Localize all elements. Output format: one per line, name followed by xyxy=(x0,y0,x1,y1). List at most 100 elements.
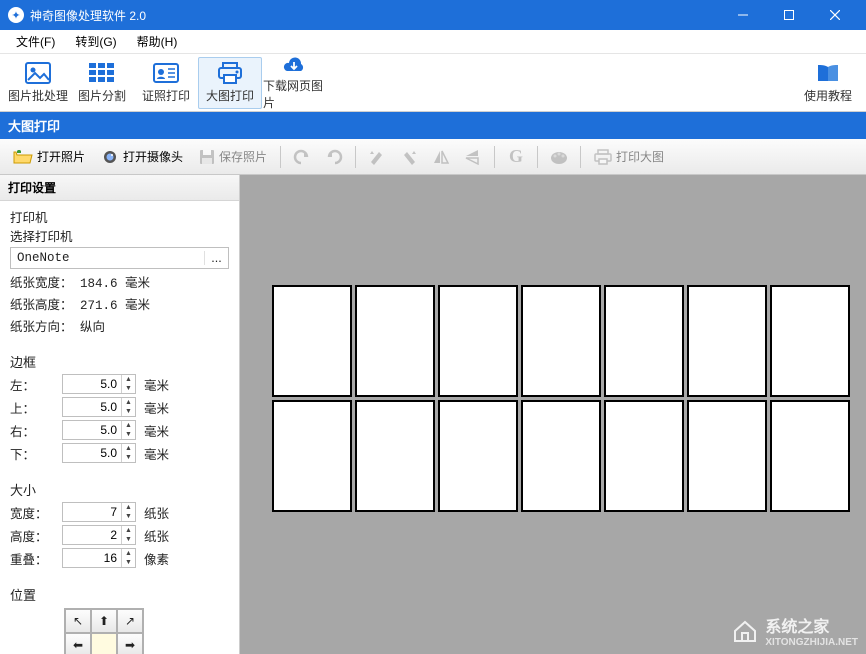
minimize-button[interactable] xyxy=(720,0,766,30)
page-tile xyxy=(355,400,435,512)
printer-icon xyxy=(594,149,612,165)
redo-button[interactable] xyxy=(319,143,349,171)
printer-group: 打印机 选择打印机 OneNote ... 纸张宽度：184.6 毫米 纸张高度… xyxy=(0,201,239,346)
page-tile xyxy=(355,285,435,397)
ribbon-bigprint[interactable]: 大图打印 xyxy=(198,57,262,109)
image-icon xyxy=(24,61,52,85)
titlebar: ✦ 神奇图像处理软件 2.0 xyxy=(0,0,866,30)
size-width-input[interactable]: ▲▼ xyxy=(62,502,136,522)
spin-up-icon[interactable]: ▲ xyxy=(122,503,135,512)
spin-down-icon[interactable]: ▼ xyxy=(122,535,135,544)
separator xyxy=(580,146,581,168)
ribbon-split[interactable]: 图片分割 xyxy=(70,57,134,109)
printer-icon xyxy=(216,61,244,85)
page-grid xyxy=(272,285,850,512)
spin-up-icon[interactable]: ▲ xyxy=(122,549,135,558)
paper-width-value: 184.6 毫米 xyxy=(80,272,150,291)
cloud-download-icon xyxy=(280,55,308,75)
spin-down-icon[interactable]: ▼ xyxy=(122,512,135,521)
pos-center[interactable] xyxy=(91,633,117,654)
border-left-input[interactable]: ▲▼ xyxy=(62,374,136,394)
flip-horizontal-button[interactable] xyxy=(426,143,456,171)
spin-down-icon[interactable]: ▼ xyxy=(122,558,135,567)
preview-canvas: 系统之家 XITONGZHIJIA.NET xyxy=(240,175,866,654)
spin-up-icon[interactable]: ▲ xyxy=(122,375,135,384)
maximize-button[interactable] xyxy=(766,0,812,30)
window-title: 神奇图像处理软件 2.0 xyxy=(30,7,720,24)
overlap-input[interactable]: ▲▼ xyxy=(62,548,136,568)
pos-n[interactable]: ⬆ xyxy=(91,609,117,633)
app-icon: ✦ xyxy=(8,7,24,23)
overlap-label: 重叠： xyxy=(10,549,62,568)
ribbon-download[interactable]: 下载网页图片 xyxy=(262,57,326,109)
page-tile xyxy=(521,400,601,512)
border-left-label: 左： xyxy=(10,375,62,394)
border-right-input[interactable]: ▲▼ xyxy=(62,420,136,440)
undo-button[interactable] xyxy=(287,143,317,171)
grayscale-icon: G xyxy=(509,146,523,167)
ribbon-batch[interactable]: 图片批处理 xyxy=(6,57,70,109)
page-tile xyxy=(438,400,518,512)
open-camera-button[interactable]: 打开摄像头 xyxy=(94,143,190,171)
rotate-right-button[interactable] xyxy=(394,143,424,171)
spin-down-icon[interactable]: ▼ xyxy=(122,453,135,462)
separator xyxy=(355,146,356,168)
flip-h-icon xyxy=(432,149,450,165)
spin-up-icon[interactable]: ▲ xyxy=(122,421,135,430)
pos-w[interactable]: ⬅ xyxy=(65,633,91,654)
spin-up-icon[interactable]: ▲ xyxy=(122,444,135,453)
size-height-input[interactable]: ▲▼ xyxy=(62,525,136,545)
border-top-input[interactable]: ▲▼ xyxy=(62,397,136,417)
size-group: 大小 宽度：▲▼纸张 高度：▲▼纸张 重叠：▲▼像素 xyxy=(0,474,239,579)
page-tile xyxy=(770,400,850,512)
ribbon-tutorial[interactable]: 使用教程 xyxy=(796,57,860,109)
spin-down-icon[interactable]: ▼ xyxy=(122,384,135,393)
id-card-icon xyxy=(152,61,180,85)
page-tile xyxy=(604,400,684,512)
paper-width-label: 纸张宽度： xyxy=(10,272,80,291)
size-header: 大小 xyxy=(10,480,229,499)
page-tile xyxy=(604,285,684,397)
pos-ne[interactable]: ↗ xyxy=(117,609,143,633)
menu-goto[interactable]: 转到(G) xyxy=(65,30,126,53)
spin-down-icon[interactable]: ▼ xyxy=(122,407,135,416)
border-bottom-input[interactable]: ▲▼ xyxy=(62,443,136,463)
rotate-left-button[interactable] xyxy=(362,143,392,171)
select-printer-label: 选择打印机 xyxy=(10,226,229,245)
position-grid: ↖ ⬆ ↗ ⬅ ➡ ↙ ⬇ ↘ xyxy=(64,608,144,654)
size-width-label: 宽度： xyxy=(10,503,62,522)
spin-up-icon[interactable]: ▲ xyxy=(122,526,135,535)
close-button[interactable] xyxy=(812,0,858,30)
book-icon xyxy=(814,61,842,85)
spin-up-icon[interactable]: ▲ xyxy=(122,398,135,407)
orientation-label: 纸张方向： xyxy=(10,316,80,335)
printer-select[interactable]: OneNote ... xyxy=(10,247,229,269)
paper-height-value: 271.6 毫米 xyxy=(80,294,150,313)
printer-more-button[interactable]: ... xyxy=(204,251,228,265)
separator xyxy=(280,146,281,168)
grayscale-button[interactable]: G xyxy=(501,143,531,171)
palette-button[interactable] xyxy=(544,143,574,171)
menu-help[interactable]: 帮助(H) xyxy=(127,30,188,53)
pos-nw[interactable]: ↖ xyxy=(65,609,91,633)
printer-name: OneNote xyxy=(11,251,204,265)
open-photo-button[interactable]: 打开照片 xyxy=(6,143,92,171)
page-tile xyxy=(521,285,601,397)
undo-icon xyxy=(293,149,311,165)
flip-vertical-button[interactable] xyxy=(458,143,488,171)
action-toolbar: 打开照片 打开摄像头 保存照片 G 打印大图 xyxy=(0,139,866,175)
ribbon-idprint[interactable]: 证照打印 xyxy=(134,57,198,109)
print-big-button[interactable]: 打印大图 xyxy=(587,143,671,171)
separator xyxy=(494,146,495,168)
pos-e[interactable]: ➡ xyxy=(117,633,143,654)
save-photo-button[interactable]: 保存照片 xyxy=(192,143,274,171)
save-icon xyxy=(199,149,215,165)
menu-file[interactable]: 文件(F) xyxy=(6,30,65,53)
border-top-label: 上： xyxy=(10,398,62,417)
main-area: 打印设置 打印机 选择打印机 OneNote ... 纸张宽度：184.6 毫米… xyxy=(0,175,866,654)
separator xyxy=(537,146,538,168)
paper-height-label: 纸张高度： xyxy=(10,294,80,313)
page-tile xyxy=(687,400,767,512)
spin-down-icon[interactable]: ▼ xyxy=(122,430,135,439)
position-header: 位置 xyxy=(10,585,229,604)
